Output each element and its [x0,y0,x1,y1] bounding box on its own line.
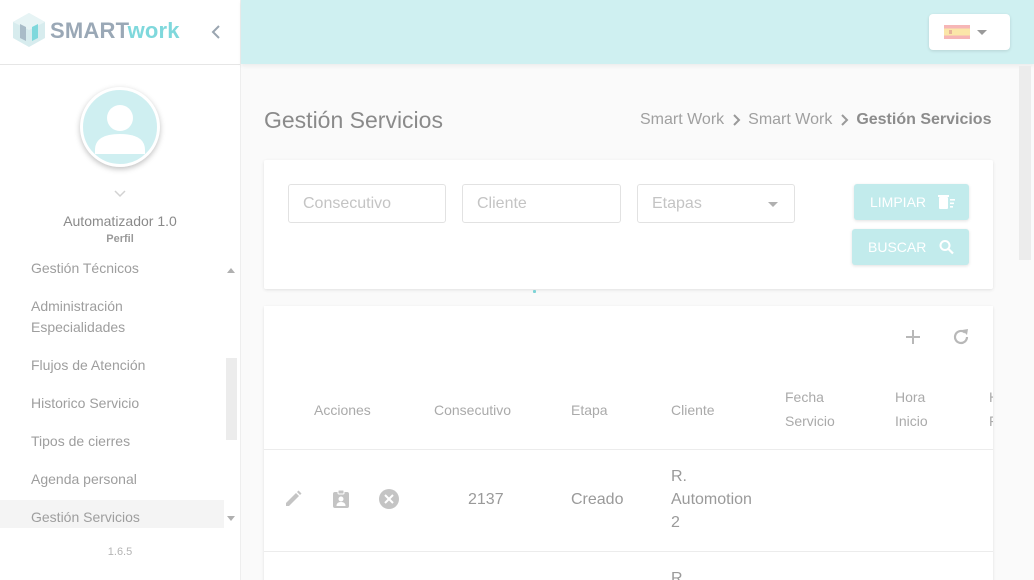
chevron-right-icon [733,114,741,126]
scroll-down-arrow-icon[interactable] [227,516,235,521]
sidebar-item-gestion-tecnicos[interactable]: Gestión Técnicos [0,258,224,279]
filter-card: Etapas LIMPIAR BUSCAR [264,160,993,289]
column-header-truncated-line1: H [989,385,993,409]
brand-name-part1: SMART [50,18,128,43]
user-name: Automatizador 1.0 [63,213,177,229]
search-button-label: BUSCAR [868,239,927,255]
sidebar-item-historico-servicio[interactable]: Historico Servicio [0,393,224,414]
column-header-acciones: Acciones [314,402,371,418]
spain-flag-icon [944,25,970,39]
page-title: Gestión Servicios [264,107,443,133]
column-header-etapa[interactable]: Etapa [571,398,608,422]
column-header-truncated-line2: F [989,409,993,433]
column-header-consecutivo[interactable]: Consecutivo [434,398,511,422]
breadcrumb-link-2[interactable]: Smart Work [748,111,832,129]
breadcrumb-current: Gestión Servicios [856,111,992,128]
caret-down-icon [768,202,778,207]
sidebar-item-gestion-servicios[interactable]: Gestión Servicios [0,500,224,528]
column-header-truncated: H F [989,385,993,433]
cell-cliente-line1: R. [671,468,687,485]
cell-cliente-line2: Automotion [671,491,752,508]
column-header-hora-line2: Inicio [895,413,928,429]
cliente-input[interactable] [462,184,621,223]
user-icon [95,105,145,154]
sidebar-item-administracion-especialidades[interactable]: Administración Especialidades [0,296,150,338]
sidebar-scroll-thumb[interactable] [226,358,237,440]
column-header-fecha-line2: Servicio [785,413,835,429]
column-header-cliente[interactable]: Cliente [671,398,715,422]
cell-cliente-line1: R. [671,570,687,580]
chevron-left-icon[interactable] [207,22,225,42]
breadcrumb-link-1[interactable]: Smart Work [640,111,724,129]
etapas-select[interactable]: Etapas [637,184,795,223]
row-divider [264,551,993,552]
cell-cliente: R. Automotion 2 [671,465,752,534]
sidebar-item-tipos-de-cierres[interactable]: Tipos de cierres [0,431,224,452]
cell-consecutivo: 2137 [468,491,504,508]
language-selector[interactable] [929,14,1010,50]
sidebar: SMARTwork Automatizador 1.0 Perfil Gesti… [0,0,241,580]
header-divider [264,449,993,450]
cell-etapa: Creado [571,491,624,508]
caret-down-icon [977,30,987,35]
sidebar-menu: Gestión Técnicos Administración Especial… [0,258,240,528]
page-scrollbar[interactable] [1019,66,1031,260]
app-version: 1.6.5 [107,546,133,558]
assignment-icon[interactable] [330,488,352,510]
cancel-icon[interactable] [378,488,400,510]
edit-icon[interactable] [282,488,304,510]
brand-name: SMARTwork [50,18,180,44]
user-avatar[interactable] [80,87,160,167]
smartwork-logo-icon [13,13,45,47]
column-header-hora-line1: Hora [895,389,926,405]
brand-header: SMARTwork [0,0,240,65]
refresh-icon[interactable] [950,326,972,348]
app-root: SMARTwork Automatizador 1.0 Perfil Gesti… [0,0,1034,580]
column-header-fecha-servicio[interactable]: Fecha Servicio [785,385,835,433]
clear-button[interactable]: LIMPIAR [854,184,969,220]
scroll-up-arrow-icon[interactable] [227,268,235,273]
cell-cliente-line3: 2 [671,514,680,531]
consecutivo-input[interactable] [288,184,446,223]
sidebar-item-agenda-personal[interactable]: Agenda personal [0,469,224,490]
add-icon[interactable] [902,326,924,348]
search-button[interactable]: BUSCAR [852,229,969,265]
breadcrumb: Smart Work Smart Work Gestión Servicios [640,110,991,130]
cell-cliente: R. [671,567,687,580]
chevron-right-icon [841,114,849,126]
brand-name-part2: work [127,18,180,43]
column-header-hora-inicio[interactable]: Hora Inicio [895,385,928,433]
services-table-card: Acciones Consecutivo Etapa Cliente Fecha… [264,306,993,580]
loading-indicator [533,290,536,293]
user-role: Perfil [106,233,134,245]
search-icon [939,240,954,255]
etapas-placeholder: Etapas [652,195,702,212]
sidebar-item-flujos-de-atencion[interactable]: Flujos de Atención [0,355,224,376]
chevron-down-icon[interactable] [112,188,128,200]
clear-filter-icon [938,195,955,209]
top-bar [241,0,1034,64]
column-header-fecha-line1: Fecha [785,389,824,405]
clear-button-label: LIMPIAR [870,194,927,210]
